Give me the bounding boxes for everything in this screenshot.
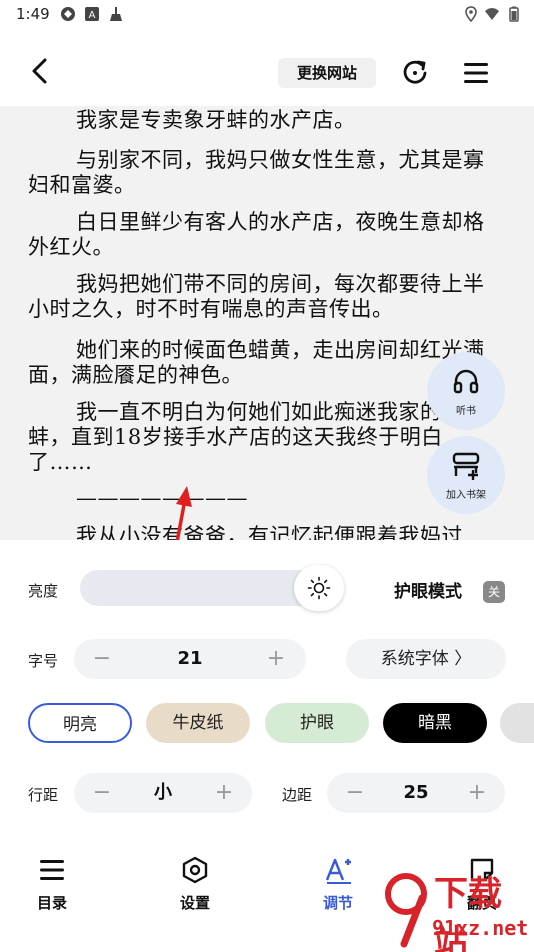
watermark-domain: 91xz.net	[432, 916, 529, 940]
listen-label: 听书	[456, 406, 476, 417]
add-to-shelf-label: 加入书架	[446, 490, 486, 501]
headphones-icon	[453, 369, 479, 394]
top-bar: 更换网站	[0, 28, 534, 106]
theme-bright-button[interactable]: 明亮	[28, 703, 132, 743]
paragraph: 我家是专卖象牙蚌的水产店。	[76, 108, 356, 132]
line-spacing-increase-button[interactable]: +	[204, 773, 244, 813]
font-adjust-icon	[325, 858, 351, 884]
nav-item-label: 目录	[36, 894, 67, 912]
font-notification-icon: A	[85, 7, 99, 21]
nav-item-settings[interactable]: 设置	[155, 840, 235, 920]
battery-icon	[509, 6, 519, 22]
theme-dark-button[interactable]: 暗黑	[383, 703, 487, 743]
paragraph: 我从小没有爸爸，有记忆起便跟着我妈过	[76, 524, 463, 540]
font-size-increase-button[interactable]: +	[256, 639, 296, 679]
eye-mode-label: 护眼模式	[394, 582, 462, 602]
location-icon	[465, 6, 477, 22]
app-notification-icon	[61, 7, 75, 21]
watermark: 下载站 91xz.net	[384, 862, 534, 952]
theme-more-button[interactable]	[500, 703, 534, 743]
switch-site-button[interactable]: 更换网站	[278, 58, 376, 88]
settings-hexagon-icon	[182, 856, 208, 884]
status-bar: 1:49 A	[0, 0, 534, 28]
font-family-button[interactable]: 系统字体 〉	[346, 639, 506, 679]
menu-icon[interactable]	[462, 60, 490, 86]
settings-panel: 亮度 护眼模式 关 字号 − 21 + 系统字体 〉 明亮 牛皮纸 护眼 暗黑 …	[0, 540, 534, 840]
font-size-label: 字号	[28, 652, 59, 670]
line-spacing-label: 行距	[28, 786, 59, 804]
line-spacing-value: 小	[154, 782, 172, 803]
listen-button[interactable]: 听书	[427, 352, 505, 430]
font-size-stepper: − 21 +	[74, 639, 306, 679]
font-size-value: 21	[177, 648, 203, 669]
back-arrow-icon[interactable]	[26, 56, 56, 86]
wifi-icon	[485, 8, 499, 20]
watermark-logo	[385, 873, 427, 948]
status-time: 1:49	[16, 5, 50, 23]
nav-item-label: 设置	[179, 894, 210, 912]
margin-increase-button[interactable]: +	[457, 773, 497, 813]
refresh-icon[interactable]	[400, 58, 430, 88]
nav-item-label: 调节	[322, 894, 353, 912]
font-size-decrease-button[interactable]: −	[82, 639, 122, 679]
cleaner-notification-icon	[110, 7, 122, 21]
margin-decrease-button[interactable]: −	[335, 773, 375, 813]
nav-item-adjust[interactable]: 调节	[298, 840, 378, 920]
theme-eyecare-button[interactable]: 护眼	[265, 703, 369, 743]
margin-stepper: − 25 +	[327, 773, 505, 813]
paragraph: 白日里鲜少有客人的水产店，夜晚生意却格外红火。	[28, 210, 485, 259]
list-icon	[40, 860, 64, 880]
brightness-slider-handle[interactable]	[294, 565, 344, 611]
line-spacing-stepper: − 小 +	[74, 773, 252, 813]
brightness-label: 亮度	[28, 582, 59, 600]
theme-kraft-button[interactable]: 牛皮纸	[146, 703, 250, 743]
line-spacing-decrease-button[interactable]: −	[82, 773, 122, 813]
svg-text:A: A	[89, 10, 96, 21]
sun-icon	[307, 576, 331, 600]
paragraph: 我妈把她们带不同的房间，每次都要待上半小时之久，时不时有喘息的声音传出。	[28, 272, 485, 321]
add-to-shelf-button[interactable]: 加入书架	[427, 436, 505, 514]
margin-label: 边距	[282, 786, 313, 804]
margin-value: 25	[403, 782, 429, 803]
eye-mode-toggle[interactable]: 关	[483, 581, 505, 603]
paragraph: 与别家不同，我妈只做女性生意，尤其是寡妇和富婆。	[28, 148, 485, 197]
bookshelf-add-icon	[452, 452, 480, 480]
nav-item-contents[interactable]: 目录	[12, 840, 92, 920]
